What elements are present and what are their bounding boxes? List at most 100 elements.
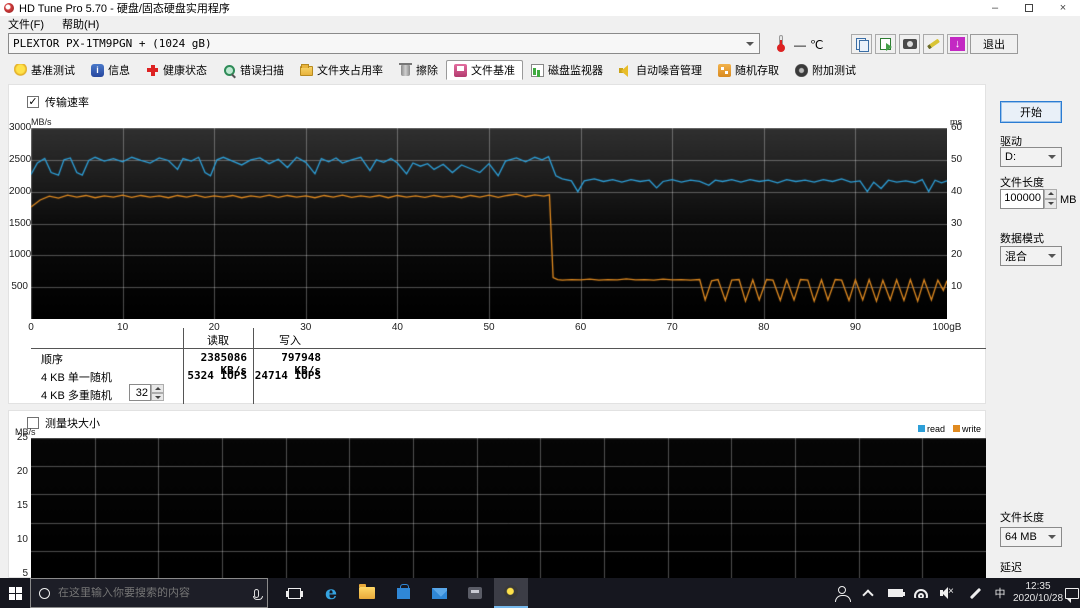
tray-battery[interactable]	[882, 578, 908, 608]
file-length2-label: 文件长度	[1000, 509, 1044, 525]
tab-folder-usage[interactable]: 文件夹占用率	[292, 60, 391, 80]
screenshot-button[interactable]	[899, 34, 920, 54]
table-header-write: 写入	[255, 332, 325, 348]
start-button[interactable]: 开始	[1000, 101, 1062, 123]
tab-benchmark[interactable]: 基准测试	[6, 60, 83, 80]
transfer-rate-label: 传输速率	[45, 94, 89, 110]
axis-tick: 40	[951, 186, 971, 197]
search-input[interactable]	[58, 587, 246, 599]
menu-help[interactable]: 帮助(H)	[62, 16, 99, 32]
exit-button[interactable]: 退出	[970, 34, 1018, 54]
tab-disk-monitor[interactable]: 磁盘监视器	[523, 60, 611, 80]
tab-erase[interactable]: 擦除	[391, 60, 446, 80]
toolbar: PLEXTOR PX-1TM9PGN + (1024 gB) — ℃ ↓ 退出	[0, 31, 1080, 57]
stepper-down-icon[interactable]	[1044, 199, 1057, 209]
close-button[interactable]: ×	[1046, 0, 1080, 16]
export-button[interactable]	[875, 34, 896, 54]
tray-pen[interactable]	[962, 578, 988, 608]
taskbar-app-store[interactable]	[386, 578, 420, 608]
tray-volume[interactable]	[934, 578, 962, 608]
ime-indicator[interactable]: 中	[988, 578, 1012, 608]
tab-health[interactable]: 健康状态	[138, 60, 215, 80]
maximize-icon	[1025, 4, 1033, 12]
axis-tick: 60	[561, 322, 601, 333]
people-icon	[838, 586, 846, 594]
tab-file-benchmark[interactable]: 文件基准	[446, 60, 523, 80]
axis-tick: 30	[286, 322, 326, 333]
file-length-stepper[interactable]: 100000	[1000, 189, 1057, 209]
axis-tick: 60	[951, 122, 971, 133]
taskbar-app-pinned[interactable]	[458, 578, 492, 608]
axis-tick: 100gB	[927, 322, 967, 333]
file-length-label: 文件长度	[1000, 174, 1044, 190]
tab-info[interactable]: i信息	[83, 60, 138, 80]
taskbar-app-hdtune[interactable]	[494, 578, 528, 608]
axis-tick: 2500	[9, 154, 28, 165]
transfer-rate-checkbox[interactable]: ✓	[27, 96, 39, 108]
health-cross-icon	[146, 64, 159, 77]
file-length2-dropdown[interactable]: 64 MB	[1000, 527, 1062, 547]
temperature-unit: ℃	[810, 38, 823, 52]
tab-error-scan[interactable]: 错误扫描	[215, 60, 292, 80]
y-axis-unit-label: MB/s	[31, 117, 52, 127]
axis-tick: 10	[103, 322, 143, 333]
taskbar: 中 12:35 2020/10/28	[0, 578, 1080, 608]
data-mode-dropdown[interactable]: 混合	[1000, 246, 1062, 266]
file-explorer-icon	[359, 587, 375, 599]
menu-file[interactable]: 文件(F)	[8, 16, 44, 32]
notification-center-button[interactable]	[1064, 578, 1080, 608]
stepper-up-icon[interactable]	[1044, 189, 1057, 199]
tab-aam[interactable]: 自动噪音管理	[611, 60, 710, 80]
copy-button[interactable]	[851, 34, 872, 54]
tab-extra-tests[interactable]: 附加测试	[787, 60, 864, 80]
copy-icon	[856, 38, 868, 50]
file-benchmark-panel: ✓ 传输速率 MB/s ms 读取 写入 顺序 2385086 KB/s 797…	[0, 80, 1080, 578]
file-length-value[interactable]: 100000	[1000, 189, 1044, 209]
drive-select-combo[interactable]: PLEXTOR PX-1TM9PGN + (1024 gB)	[8, 33, 760, 54]
microphone-icon	[254, 589, 259, 598]
taskbar-app-file-explorer[interactable]	[350, 578, 384, 608]
hdtune-window: HD Tune Pro 5.70 - 硬盘/固态硬盘实用程序 – × 文件(F)…	[0, 0, 1080, 608]
taskbar-clock[interactable]: 12:35 2020/10/28	[1012, 578, 1064, 608]
queue-depth-value[interactable]: 32	[129, 384, 151, 401]
queue-depth-stepper[interactable]: 32	[129, 384, 164, 401]
download-icon: ↓	[950, 37, 965, 51]
block-size-chart	[31, 438, 986, 579]
axis-tick: 1500	[9, 218, 28, 229]
axis-tick: 1000	[9, 249, 28, 260]
title-bar: HD Tune Pro 5.70 - 硬盘/固态硬盘实用程序 – ×	[0, 0, 1080, 16]
info-icon: i	[91, 64, 104, 77]
download-button[interactable]: ↓	[947, 34, 968, 54]
maximize-button[interactable]	[1012, 0, 1046, 16]
tray-overflow-button[interactable]	[856, 578, 880, 608]
random-access-icon	[718, 64, 731, 77]
menu-bar: 文件(F) 帮助(H)	[0, 16, 1080, 31]
battery-icon	[888, 589, 903, 597]
start-button[interactable]	[0, 578, 30, 608]
stepper-up-icon[interactable]	[151, 384, 164, 393]
taskbar-app-mail[interactable]	[422, 578, 456, 608]
taskbar-search[interactable]	[30, 578, 268, 608]
axis-tick: 20	[194, 322, 234, 333]
latency-label: 延迟	[1000, 559, 1022, 575]
task-view-button[interactable]	[276, 578, 312, 608]
stepper-down-icon[interactable]	[151, 393, 164, 402]
axis-tick: 10	[951, 281, 971, 292]
hdtune-app-icon	[4, 3, 14, 13]
tray-network[interactable]	[908, 578, 934, 608]
disk-monitor-icon	[531, 64, 544, 77]
chevron-up-icon	[862, 589, 873, 600]
tab-random-access[interactable]: 随机存取	[710, 60, 787, 80]
pen-button[interactable]	[923, 34, 944, 54]
axis-tick: 20	[9, 466, 28, 477]
magnifier-icon	[223, 64, 236, 77]
extra-tests-icon	[795, 64, 808, 77]
table-divider	[31, 348, 986, 349]
tray-people-button[interactable]	[828, 578, 856, 608]
minimize-button[interactable]: –	[978, 0, 1012, 16]
clock-time: 12:35	[1025, 581, 1050, 593]
drive-dropdown[interactable]: D:	[1000, 147, 1062, 167]
block-size-label: 测量块大小	[45, 415, 100, 431]
taskbar-app-edge[interactable]	[314, 578, 348, 608]
wifi-icon	[914, 589, 928, 598]
